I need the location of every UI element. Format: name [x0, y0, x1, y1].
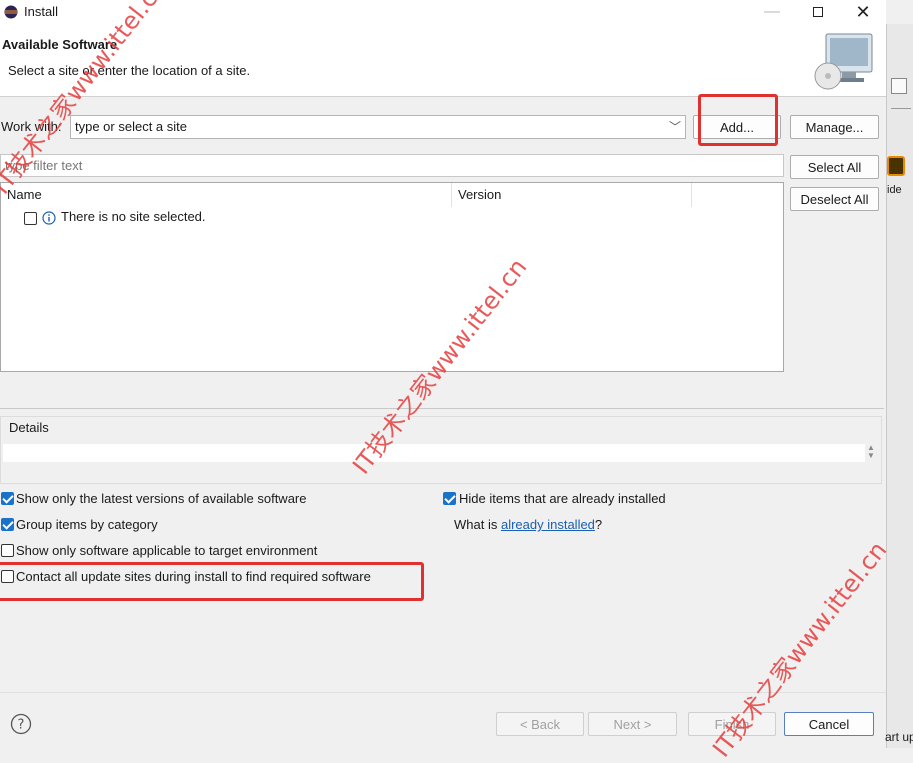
maximize-icon	[813, 7, 823, 17]
cancel-button[interactable]: Cancel	[784, 712, 874, 736]
deselect-all-button[interactable]: Deselect All	[790, 187, 879, 211]
minimize-button[interactable]: —	[749, 0, 795, 24]
work-with-input[interactable]: type or select a site	[75, 119, 187, 134]
work-with-combo[interactable]: type or select a site ﹀	[70, 115, 686, 139]
target-env-checkbox[interactable]	[1, 544, 14, 557]
play-icon	[887, 156, 905, 176]
next-button[interactable]: Next >	[588, 712, 677, 736]
what-is-prefix: What is	[454, 517, 501, 532]
toolbar-icon	[891, 78, 907, 94]
details-separator	[0, 408, 884, 409]
background-window-edge: ide art up	[885, 24, 913, 748]
maximize-button[interactable]	[795, 0, 841, 24]
what-is-suffix: ?	[594, 517, 603, 532]
column-header-name[interactable]: Name	[1, 183, 452, 207]
filter-input[interactable]: type filter text	[0, 154, 784, 177]
help-icon[interactable]: ?	[10, 713, 32, 735]
group-by-category-label: Group items by category	[16, 517, 158, 532]
empty-message: There is no site selected.	[61, 209, 206, 224]
window-title: Install	[24, 4, 58, 19]
info-icon	[42, 211, 56, 225]
svg-text:?: ?	[18, 718, 25, 733]
latest-only-checkbox[interactable]	[1, 492, 14, 505]
details-text-area[interactable]	[3, 444, 865, 462]
already-installed-link[interactable]: already installed	[501, 517, 595, 532]
install-banner-icon	[814, 33, 873, 90]
add-highlight-box	[698, 94, 778, 146]
chevron-down-icon[interactable]: ﹀	[669, 118, 681, 135]
hide-installed-checkbox[interactable]	[443, 492, 456, 505]
partial-text-start: art up	[885, 730, 913, 744]
contact-all-highlight-box	[0, 562, 424, 601]
latest-only-label: Show only the latest versions of availab…	[16, 491, 307, 506]
close-button[interactable]: ✕	[840, 0, 886, 24]
hide-installed-label: Hide items that are already installed	[459, 491, 666, 506]
back-button[interactable]: < Back	[496, 712, 584, 736]
details-scrollbar[interactable]: ▲ ▼	[864, 444, 878, 462]
eclipse-icon	[4, 5, 18, 19]
group-by-category-checkbox[interactable]	[1, 518, 14, 531]
what-is-installed: What is already installed?	[454, 517, 602, 532]
tree-item-checkbox[interactable]	[24, 212, 37, 225]
column-header-version[interactable]: Version	[452, 183, 692, 207]
target-env-label: Show only software applicable to target …	[16, 543, 318, 558]
select-all-button[interactable]: Select All	[790, 155, 879, 179]
software-tree[interactable]: Name Version There is no site selected.	[0, 182, 784, 372]
partial-text-ide: ide	[887, 184, 902, 196]
page-description: Select a site or enter the location of a…	[8, 63, 251, 78]
manage-button[interactable]: Manage...	[790, 115, 879, 139]
details-label: Details	[9, 420, 49, 435]
toolbar-divider	[891, 108, 911, 118]
